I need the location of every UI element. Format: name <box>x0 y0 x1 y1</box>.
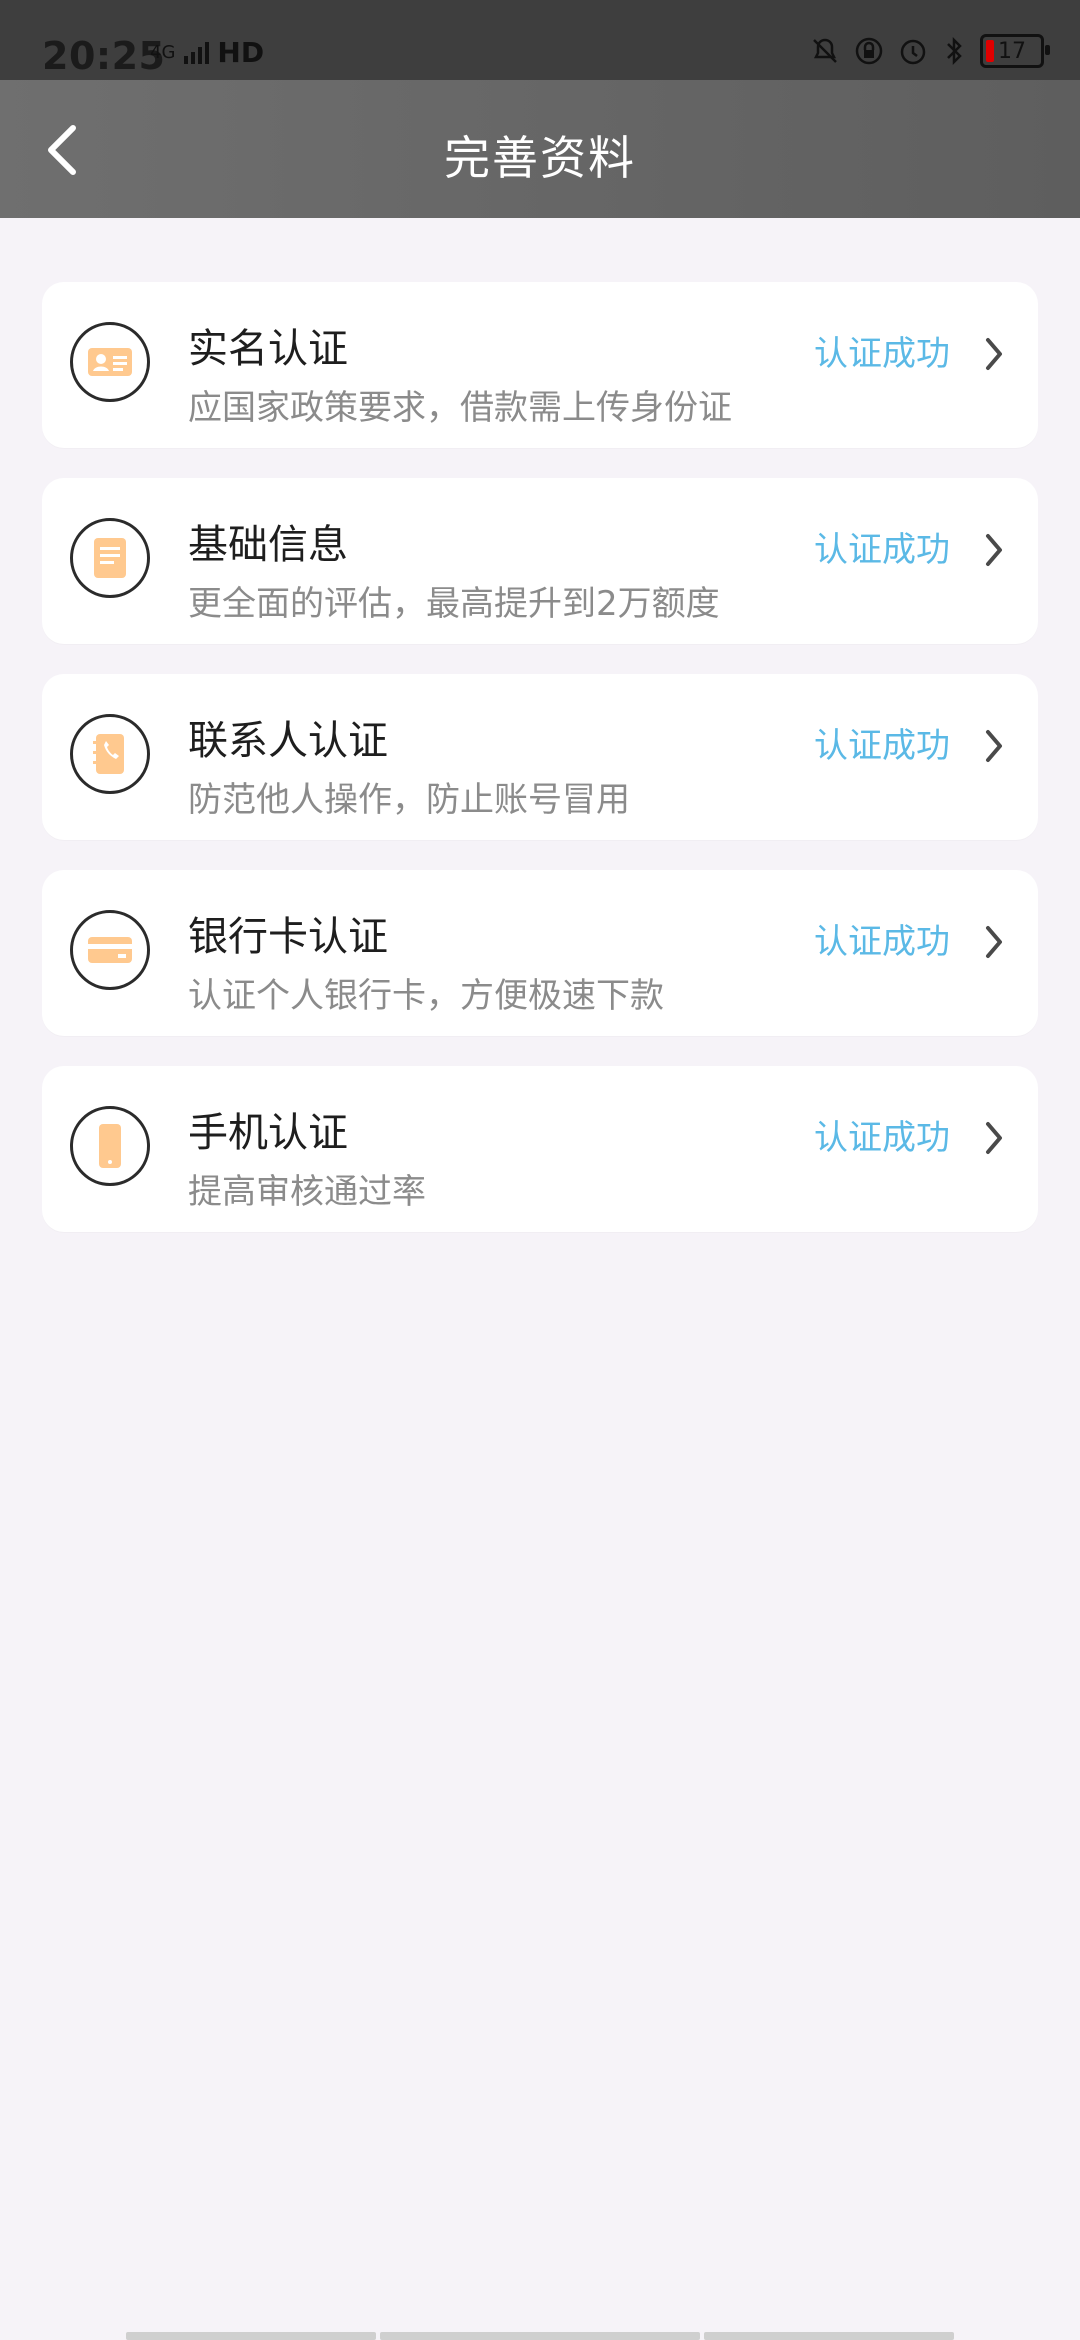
status-badge: 认证成功 <box>814 530 950 570</box>
list-item-contacts[interactable]: 联系人认证 防范他人操作，防止账号冒用 认证成功 <box>42 674 1038 840</box>
item-description: 更全面的评估，最高提升到2万额度 <box>188 584 720 624</box>
hd-badge: HD <box>217 36 265 69</box>
item-description: 防范他人操作，防止账号冒用 <box>188 780 630 820</box>
battery-level <box>986 40 994 62</box>
mobile-phone-icon <box>70 1106 150 1186</box>
item-title: 银行卡认证 <box>188 914 388 960</box>
chevron-right-icon <box>974 334 1014 374</box>
item-description: 提高审核通过率 <box>188 1172 426 1212</box>
status-badge: 认证成功 <box>814 1118 950 1158</box>
item-title: 联系人认证 <box>188 718 388 764</box>
status-time: 20:25 <box>42 34 166 78</box>
list-item-real-name[interactable]: 实名认证 应国家政策要求，借款需上传身份证 认证成功 <box>42 282 1038 448</box>
item-description: 应国家政策要求，借款需上传身份证 <box>188 388 732 428</box>
nav-bar-segment <box>380 2332 700 2340</box>
nav-bar-segment <box>704 2332 954 2340</box>
page-title: 完善资料 <box>444 131 636 185</box>
mute-bell-icon <box>813 38 837 63</box>
signal-icon <box>184 41 210 64</box>
lock-rotation-icon <box>855 37 883 65</box>
item-title: 基础信息 <box>188 522 348 568</box>
document-icon <box>70 518 150 598</box>
verification-list: 实名认证 应国家政策要求，借款需上传身份证 认证成功 基础信息 更全面的评估，最… <box>42 282 1038 1262</box>
chevron-right-icon <box>974 1118 1014 1158</box>
bottom-navigation-bars <box>126 2332 954 2340</box>
chevron-right-icon <box>974 530 1014 570</box>
status-left-icons: 4G HD <box>150 36 264 69</box>
status-bar: 20:25 4G HD 17 <box>0 0 1080 80</box>
item-title: 手机认证 <box>188 1110 348 1156</box>
list-item-mobile[interactable]: 手机认证 提高审核通过率 认证成功 <box>42 1066 1038 1232</box>
contacts-phone-icon <box>70 714 150 794</box>
bank-card-icon <box>70 910 150 990</box>
list-item-basic-info[interactable]: 基础信息 更全面的评估，最高提升到2万额度 认证成功 <box>42 478 1038 644</box>
alarm-icon <box>900 39 926 65</box>
nav-bar-segment <box>126 2332 376 2340</box>
chevron-right-icon <box>974 922 1014 962</box>
battery-percentage: 17 <box>998 38 1026 64</box>
status-right-icons: 17 <box>810 34 1050 68</box>
item-description: 认证个人银行卡，方便极速下款 <box>188 976 664 1016</box>
item-title: 实名认证 <box>188 326 348 372</box>
chevron-right-icon <box>974 726 1014 766</box>
top-app-bar: 完善资料 <box>0 80 1080 218</box>
status-badge: 认证成功 <box>814 726 950 766</box>
id-card-icon <box>70 322 150 402</box>
list-item-bank-card[interactable]: 银行卡认证 认证个人银行卡，方便极速下款 认证成功 <box>42 870 1038 1036</box>
battery-icon: 17 <box>980 34 1050 68</box>
network-type-label: 4G <box>150 42 176 63</box>
status-badge: 认证成功 <box>814 922 950 962</box>
bluetooth-icon <box>947 36 962 66</box>
status-badge: 认证成功 <box>814 334 950 374</box>
